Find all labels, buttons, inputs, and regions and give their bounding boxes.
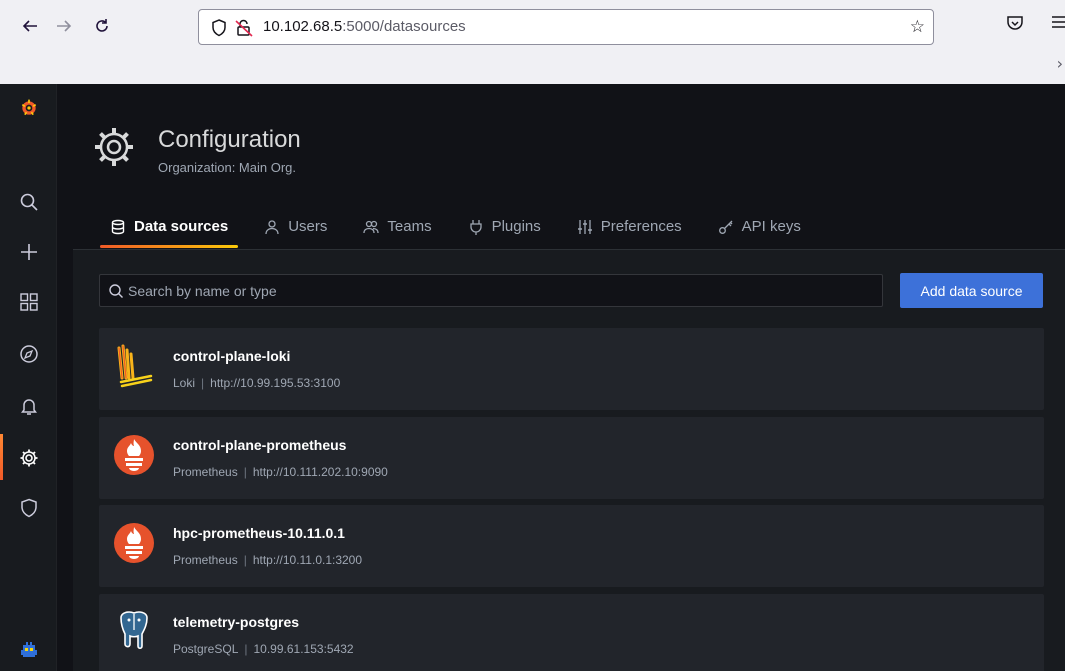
users-icon bbox=[363, 220, 380, 234]
datasource-meta: PostgreSQL | 10.99.61.153:5432 bbox=[173, 642, 354, 656]
browser-toolbar: 10.102.68.5:5000/datasources ☆ › bbox=[0, 0, 1065, 84]
page-subtitle: Organization: Main Org. bbox=[158, 160, 297, 175]
datasource-card[interactable]: telemetry-postgres PostgreSQL | 10.99.61.1… bbox=[99, 594, 1044, 671]
tab-label: Data sources bbox=[134, 218, 229, 235]
datasource-url: 10.99.61.153:5432 bbox=[253, 642, 354, 656]
user-avatar-icon[interactable] bbox=[0, 632, 57, 668]
bell-icon[interactable] bbox=[0, 388, 57, 424]
datasource-name: control-plane-loki bbox=[173, 348, 291, 364]
plug-icon bbox=[469, 220, 482, 235]
tab-plugins[interactable]: Plugins bbox=[458, 208, 551, 248]
compass-icon[interactable] bbox=[0, 336, 57, 372]
tab-users[interactable]: Users bbox=[254, 208, 337, 248]
page-title: Configuration bbox=[158, 126, 301, 153]
datasource-meta: Prometheus | http://10.111.202.10:9090 bbox=[173, 465, 388, 479]
datasource-card[interactable]: control-plane-prometheus Prometheus | http… bbox=[99, 417, 1044, 499]
shield-icon bbox=[212, 19, 226, 37]
menu-icon[interactable] bbox=[1052, 14, 1065, 34]
separator: | bbox=[243, 553, 247, 567]
separator: | bbox=[243, 465, 247, 479]
search-icon[interactable] bbox=[0, 184, 57, 220]
url-host: 10.102.68.5 bbox=[263, 18, 343, 35]
pocket-icon[interactable] bbox=[1006, 14, 1024, 36]
user-icon bbox=[265, 220, 279, 235]
shield-admin-icon[interactable] bbox=[0, 490, 57, 526]
datasource-card[interactable]: hpc-prometheus-10.11.0.1 Prometheus | http… bbox=[99, 505, 1044, 587]
sidebar bbox=[0, 84, 57, 671]
search-input[interactable]: Search by name or type bbox=[99, 274, 883, 307]
grafana-logo-icon[interactable] bbox=[0, 90, 57, 126]
datasource-type: PostgreSQL bbox=[173, 642, 239, 656]
address-bar[interactable]: 10.102.68.5:5000/datasources ☆ bbox=[198, 9, 934, 45]
apps-grid-icon[interactable] bbox=[0, 284, 57, 320]
datasource-name: control-plane-prometheus bbox=[173, 437, 347, 453]
datasource-type: Prometheus bbox=[173, 465, 238, 479]
plus-icon[interactable] bbox=[0, 234, 57, 270]
chevron-right-icon[interactable]: › bbox=[1057, 54, 1063, 73]
postgresql-logo-icon bbox=[120, 611, 148, 650]
add-data-source-button[interactable]: Add data source bbox=[900, 273, 1043, 308]
tab-label: Preferences bbox=[600, 218, 682, 235]
reload-icon bbox=[96, 19, 108, 32]
cog-icon[interactable] bbox=[0, 440, 57, 476]
datasource-type: Prometheus bbox=[173, 553, 238, 567]
arrow-left-icon bbox=[22, 20, 37, 32]
loki-logo-icon bbox=[117, 344, 153, 388]
arrow-right-icon bbox=[57, 20, 72, 32]
tab-label: Teams bbox=[387, 218, 432, 235]
database-icon bbox=[111, 219, 125, 235]
sliders-icon bbox=[577, 220, 592, 234]
reload-button[interactable] bbox=[88, 12, 116, 40]
datasource-name: hpc-prometheus-10.11.0.1 bbox=[173, 525, 345, 541]
tab-label: Users bbox=[288, 218, 328, 235]
url-path: :5000/datasources bbox=[342, 18, 466, 35]
tab-api-keys[interactable]: API keys bbox=[708, 208, 811, 248]
tab-preferences[interactable]: Preferences bbox=[567, 208, 692, 248]
key-icon bbox=[718, 220, 733, 234]
datasource-name: telemetry-postgres bbox=[173, 614, 300, 630]
tab-label: API keys bbox=[741, 218, 801, 235]
search-icon bbox=[109, 284, 123, 298]
datasource-url: http://10.99.195.53:3100 bbox=[210, 376, 341, 390]
separator: | bbox=[201, 376, 205, 390]
cog-large-icon bbox=[95, 128, 133, 166]
datasource-url: http://10.11.0.1:3200 bbox=[252, 553, 363, 567]
datasource-meta: Prometheus | http://10.11.0.1:3200 bbox=[173, 553, 362, 567]
prometheus-logo-icon bbox=[114, 523, 154, 563]
back-button[interactable] bbox=[16, 12, 44, 40]
prometheus-logo-icon bbox=[114, 435, 154, 475]
forward-button[interactable] bbox=[50, 12, 78, 40]
tab-teams[interactable]: Teams bbox=[353, 208, 441, 248]
config-tabs: Data sources Users Teams Plugins Prefere… bbox=[100, 208, 827, 248]
datasource-card[interactable]: control-plane-loki Loki | http://10.99.195… bbox=[99, 328, 1044, 410]
datasource-meta: Loki | http://10.99.195.53:3100 bbox=[173, 376, 340, 390]
insecure-lock-icon bbox=[235, 19, 253, 37]
datasource-type: Loki bbox=[173, 376, 196, 390]
bookmark-star-icon[interactable]: ☆ bbox=[910, 17, 925, 37]
tab-data-sources[interactable]: Data sources bbox=[100, 208, 239, 248]
datasource-url: http://10.111.202.10:9090 bbox=[252, 465, 388, 479]
tab-label: Plugins bbox=[491, 218, 541, 235]
url-text: 10.102.68.5:5000/datasources bbox=[263, 18, 466, 35]
separator: | bbox=[244, 642, 248, 656]
search-placeholder: Search by name or type bbox=[128, 283, 277, 299]
